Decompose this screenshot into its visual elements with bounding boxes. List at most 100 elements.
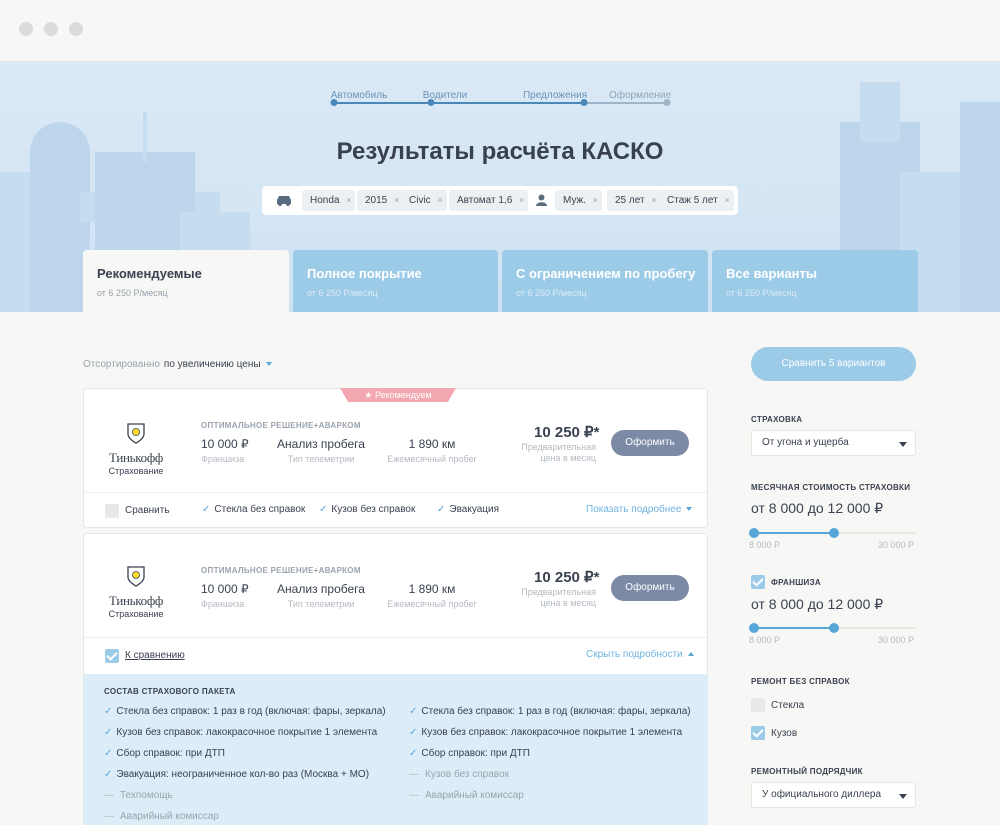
price: 10 250 ₽*	[534, 424, 600, 441]
param-chip[interactable]: Муж. ×	[555, 190, 603, 211]
insurer-name: Тинькофф	[109, 450, 163, 465]
dash-icon: —	[409, 790, 419, 801]
param-chip[interactable]: Автомат 1,6 ×	[449, 190, 529, 211]
cost-slider[interactable]	[749, 528, 916, 538]
tinkoff-emblem-icon	[127, 566, 145, 587]
slider-handle-min[interactable]	[749, 623, 759, 633]
contractor-select[interactable]: У официального диллера	[751, 782, 916, 808]
chip-label: Стаж 5 лет	[667, 195, 718, 206]
remove-icon[interactable]: ×	[651, 190, 656, 211]
show-details-link[interactable]: Показать подробнее	[586, 504, 693, 515]
feature-label: Эвакуация	[449, 504, 500, 515]
mileage-label: Ежемесячный пробег	[387, 599, 477, 609]
repair-glass-checkbox[interactable]	[751, 698, 765, 712]
param-chip[interactable]: Civic ×	[401, 190, 447, 211]
progress-steps: Автомобиль Водители Предложения Оформлен…	[330, 90, 671, 112]
franchise-range-text: от 8 000 до 12 000 ₽	[751, 596, 884, 612]
sort-label: Отсортированно	[83, 359, 160, 370]
compare-checkbox[interactable]	[105, 649, 119, 663]
feature-item: ✓ Кузов без справок	[319, 504, 415, 515]
telemetry-value: Анализ пробега	[277, 437, 365, 451]
compare-checkbox[interactable]	[105, 504, 119, 518]
dash-icon: —	[104, 790, 114, 801]
package-item-label: Аварийный комиссар	[425, 790, 524, 801]
badge-label: Рекомендуем	[374, 390, 432, 400]
hide-details-link[interactable]: Скрыть подробности	[586, 649, 694, 660]
car-icon	[277, 196, 291, 206]
tab-all-options[interactable]: Все варианты от 6 250 Р/месяц	[712, 250, 918, 312]
window-titlebar	[0, 0, 1000, 62]
plan-name: ОПТИМАЛЬНОЕ РЕШЕНИЕ+АВАРКОМ	[201, 566, 361, 575]
insurance-select[interactable]: От угона и ущерба	[751, 430, 916, 456]
tab-recommended[interactable]: Рекомендуемые от 6 250 Р/месяц	[83, 250, 289, 312]
slider-handle-max[interactable]	[829, 623, 839, 633]
checkout-button[interactable]: Оформить	[611, 575, 689, 601]
tab-full-coverage[interactable]: Полное покрытие от 6 250 Р/месяц	[293, 250, 498, 312]
checkout-button[interactable]: Оформить	[611, 430, 689, 456]
card-divider	[84, 637, 707, 638]
tab-subtitle: от 6 250 Р/месяц	[307, 288, 378, 298]
franchise-slider-min: 8 000 Р	[749, 635, 781, 645]
check-icon: ✓	[409, 727, 418, 738]
remove-icon[interactable]: ×	[394, 190, 399, 211]
package-item: ✓ Кузов без справок: лакокрасочное покрыт…	[104, 727, 377, 738]
chip-label: 25 лет	[615, 195, 645, 206]
remove-icon[interactable]: ×	[519, 190, 524, 211]
compare-link[interactable]: К сравнению	[125, 650, 185, 661]
check-icon: ✓	[409, 706, 418, 717]
select-value: У официального диллера	[762, 789, 882, 800]
step-car[interactable]: Автомобиль	[331, 90, 388, 101]
package-details: СОСТАВ СТРАХОВОГО ПАКЕТА ✓ Стекла без спр…	[83, 674, 708, 825]
remove-icon[interactable]: ×	[346, 190, 351, 211]
window-minimize-dot[interactable]	[44, 22, 58, 36]
page-title: Результаты расчёта КАСКО	[336, 138, 664, 165]
remove-icon[interactable]: ×	[724, 190, 729, 211]
tab-title: С ограничением по пробегу	[516, 266, 696, 281]
window-maximize-dot[interactable]	[69, 22, 83, 36]
package-item-label: Сбор справок: при ДТП	[421, 748, 530, 759]
tab-mileage-limit[interactable]: С ограничением по пробегу от 6 250 Р/мес…	[502, 250, 708, 312]
insurer-name: Тинькофф	[109, 593, 163, 608]
cost-slider-max: 30 000 Р	[878, 540, 915, 550]
mileage-value: 1 890 км	[408, 437, 456, 451]
remove-icon[interactable]: ×	[593, 190, 598, 211]
sort-control[interactable]: Отсортированно по увеличению цены	[83, 359, 272, 370]
chip-label: 2015	[365, 195, 388, 206]
insurance-filter-label: СТРАХОВКА	[751, 415, 803, 424]
compare-label[interactable]: Сравнить	[125, 505, 170, 516]
repair-body-label[interactable]: Кузов	[771, 728, 797, 739]
plan-name: ОПТИМАЛЬНОЕ РЕШЕНИЕ+АВАРКОМ	[201, 421, 361, 430]
tab-subtitle: от 6 250 Р/месяц	[516, 288, 587, 298]
franchise-filter-label: ФРАНШИЗА	[771, 578, 821, 587]
tab-subtitle: от 6 250 Р/месяц	[97, 288, 168, 298]
param-chip[interactable]: Стаж 5 лет ×	[659, 190, 734, 211]
param-chip[interactable]: 2015 ×	[357, 190, 404, 211]
package-item: ✓ Сбор справок: при ДТП	[409, 748, 530, 759]
param-chip[interactable]: 25 лет ×	[607, 190, 661, 211]
tinkoff-emblem-icon	[127, 423, 145, 444]
tab-title: Полное покрытие	[307, 266, 422, 281]
tab-title: Все варианты	[726, 266, 817, 281]
repair-body-checkbox[interactable]	[751, 726, 765, 740]
franchise-checkbox[interactable]	[751, 575, 765, 589]
city-building-shape	[860, 82, 900, 142]
sort-value[interactable]: по увеличению цены	[164, 359, 261, 370]
mileage-value: 1 890 км	[408, 582, 456, 596]
city-building-shape	[960, 102, 1000, 312]
insurer-subtitle: Страхование	[108, 609, 164, 619]
step-drivers[interactable]: Водители	[423, 90, 468, 101]
repair-glass-label[interactable]: Стекла	[771, 700, 804, 711]
param-chip[interactable]: Honda ×	[302, 190, 356, 211]
slider-handle-max[interactable]	[829, 528, 839, 538]
slider-handle-min[interactable]	[749, 528, 759, 538]
window-close-dot[interactable]	[19, 22, 33, 36]
franchise-slider[interactable]	[749, 623, 916, 633]
remove-icon[interactable]: ×	[437, 190, 442, 211]
package-item-label: Кузов без справок	[425, 769, 509, 780]
recommended-badge: ★ Рекомендуем	[340, 388, 456, 402]
price-note: Предварительная цена в месяц	[521, 587, 596, 608]
chip-label: Автомат 1,6	[457, 195, 513, 206]
step-offers[interactable]: Предложения	[523, 90, 587, 101]
compare-variants-button[interactable]: Сравнить 5 вариантов	[751, 347, 916, 381]
mileage-label: Ежемесячный пробег	[387, 454, 477, 464]
